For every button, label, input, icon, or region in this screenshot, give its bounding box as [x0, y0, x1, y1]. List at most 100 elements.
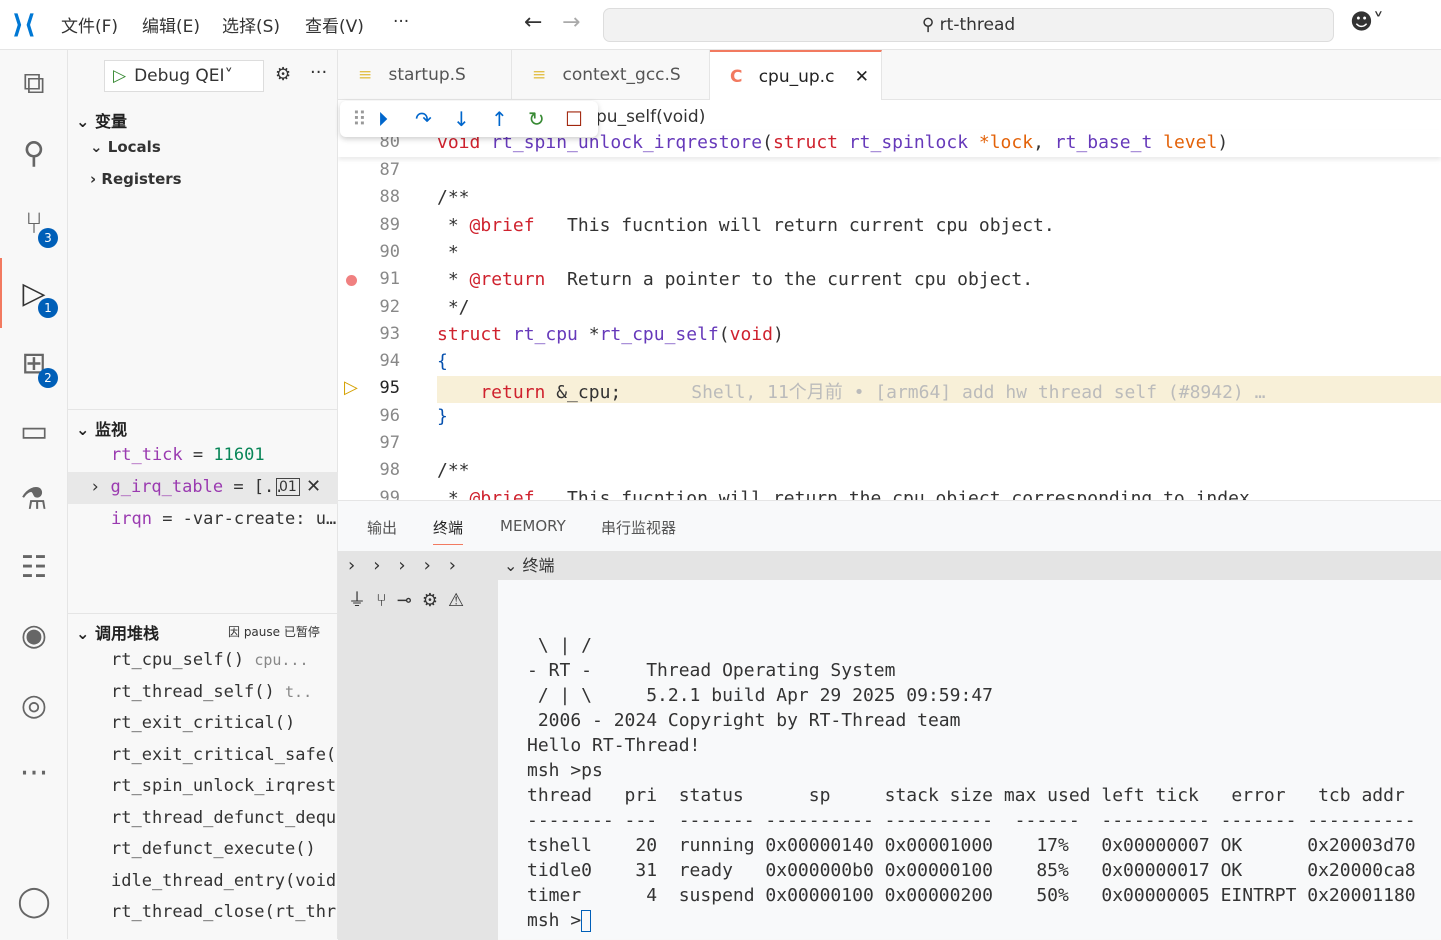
- copilot-icon[interactable]: ☻˅: [1350, 10, 1384, 35]
- remote-explorer-icon[interactable]: ▭: [14, 412, 54, 452]
- stop-icon[interactable]: ☐: [565, 107, 583, 131]
- step-over-icon[interactable]: ↷: [415, 107, 432, 131]
- command-center-search[interactable]: ⚲ rt-thread: [603, 8, 1334, 42]
- terminal-line: msh >ps: [527, 760, 603, 781]
- current-frame-arrow-icon: ▷: [344, 377, 358, 399]
- code-token: *: [437, 214, 470, 236]
- explorer-icon[interactable]: ⧉: [14, 64, 54, 104]
- callstack-header[interactable]: ⌄ 调用堆栈: [76, 620, 159, 644]
- code-line[interactable]: }: [437, 406, 448, 427]
- code-token: Return a pointer to the current cpu obje…: [545, 269, 1034, 291]
- frame-function: idle_thread_entry(void: [111, 870, 337, 891]
- drag-handle-icon[interactable]: ⠿: [352, 107, 367, 131]
- line-number: 87: [379, 160, 400, 180]
- debug-toolbar: ⠿ ⏵ ↷ ↓ ↑ ↻ ☐: [340, 101, 598, 137]
- panel-tab-memory[interactable]: MEMORY: [500, 517, 566, 535]
- code-line[interactable]: {: [437, 351, 448, 372]
- run-config-select[interactable]: ▷ Debug QEI˅: [104, 60, 264, 92]
- variables-header[interactable]: ⌄ 变量: [76, 108, 127, 132]
- watch-item[interactable]: rt_tick = 11601: [111, 445, 265, 465]
- watch-item[interactable]: › g_irq_table = [..: [90, 477, 280, 497]
- panel-tab-terminal[interactable]: 终端: [433, 517, 464, 545]
- source-control-icon[interactable]: ⑂ 3: [14, 204, 58, 248]
- code-token: *: [588, 323, 600, 345]
- clipboard-icon[interactable]: ☷: [14, 548, 54, 588]
- close-icon[interactable]: ✕: [306, 476, 321, 497]
- gear-icon[interactable]: ⚙: [275, 64, 291, 85]
- watch-header[interactable]: ⌄ 监视: [76, 416, 127, 440]
- git-history-icon[interactable]: ◎: [14, 686, 54, 726]
- step-into-icon[interactable]: ↓: [453, 107, 470, 131]
- more-icon[interactable]: ···: [14, 754, 54, 794]
- menu-selection[interactable]: 选择(S): [222, 12, 280, 37]
- callstack-frame[interactable]: rt_exit_critical_safe(: [111, 745, 338, 765]
- breadcrumb[interactable]: pu_self(void): [596, 107, 705, 127]
- panel-tab-serial-monitor[interactable]: 串行监视器: [601, 517, 676, 538]
- menu-more[interactable]: ···: [393, 12, 409, 32]
- start-debug-icon[interactable]: ▷: [105, 66, 134, 86]
- terminal-output[interactable]: \ | / - RT - Thread Operating System / | …: [498, 580, 1441, 939]
- code-token: @brief: [469, 214, 535, 236]
- code-token: &_cpu;: [556, 382, 622, 404]
- callstack-frame[interactable]: idle_thread_entry(void: [111, 871, 338, 891]
- line-number: 99: [379, 487, 400, 500]
- tab-startup-s[interactable]: ≡ startup.S: [338, 50, 512, 100]
- code-editor[interactable]: pu_self(void) 80 void rt_spin_unlock_irq…: [338, 100, 1441, 500]
- back-arrow-icon[interactable]: ←: [524, 10, 542, 35]
- menu-edit[interactable]: 编辑(E): [142, 12, 200, 37]
- terminal-prompt[interactable]: msh >: [527, 910, 592, 932]
- terminal-line: Hello RT-Thread!: [527, 735, 701, 756]
- extensions-icon[interactable]: ⊞ 2: [14, 344, 58, 388]
- callstack-frame[interactable]: rt_spin_unlock_irqrest: [111, 776, 338, 796]
- code-token: ): [1217, 132, 1229, 153]
- chevron-right-icon[interactable]: ›››››: [338, 551, 498, 580]
- frame-file: cpu...: [254, 651, 309, 669]
- callstack-frame[interactable]: rt_defunct_execute(): [111, 839, 338, 859]
- c-file-icon: C: [730, 67, 743, 87]
- forward-arrow-icon[interactable]: →: [562, 10, 580, 35]
- code-line[interactable]: /**: [437, 460, 470, 481]
- testing-icon[interactable]: ⚗: [14, 480, 54, 520]
- account-icon[interactable]: ◯: [14, 882, 54, 922]
- registers-scope[interactable]: › Registers: [90, 170, 182, 188]
- callstack-frame[interactable]: rt_thread_self() t..: [111, 682, 338, 702]
- binary-view-icon[interactable]: 01: [276, 478, 300, 496]
- callstack-frame[interactable]: rt_thread_defunct_dequ: [111, 808, 338, 828]
- frame-function: rt_exit_critical_safe(: [111, 744, 337, 765]
- more-actions-icon[interactable]: ···: [310, 62, 327, 83]
- callstack-frame[interactable]: rt_cpu_self() cpu...: [111, 650, 338, 670]
- tab-context-gcc-s[interactable]: ≡ context_gcc.S: [512, 50, 710, 100]
- run-debug-icon[interactable]: ▷ 1: [14, 274, 58, 318]
- terminal-tools-icons[interactable]: ⏚⑂⊸⚙⚠: [338, 580, 498, 618]
- git-graph-icon[interactable]: ◉: [14, 616, 54, 656]
- continue-icon[interactable]: ⏵: [378, 107, 388, 131]
- tab-cpu-up-c[interactable]: C cpu_up.c ✕: [710, 50, 882, 100]
- restart-icon[interactable]: ↻: [528, 107, 545, 131]
- code-token: (: [762, 132, 773, 153]
- code-line[interactable]: /**: [437, 187, 470, 208]
- locals-scope[interactable]: ⌄ Locals: [90, 138, 161, 156]
- menu-file[interactable]: 文件(F): [61, 12, 118, 37]
- code-line[interactable]: return &_cpu; Shell, 11个月前 • [arm64] add …: [437, 378, 1265, 404]
- search-icon[interactable]: ⚲: [14, 134, 54, 174]
- code-line[interactable]: * @brief This fucntion will return the c…: [437, 488, 1261, 500]
- callstack-frame[interactable]: rt_thread_close(rt_thr: [111, 902, 338, 922]
- code-token: {: [437, 351, 448, 373]
- code-line[interactable]: struct rt_cpu *rt_cpu_self(void): [437, 324, 784, 345]
- code-token: @return: [469, 269, 546, 291]
- watch-item[interactable]: irqn = -var-create: u…: [111, 509, 336, 529]
- code-line[interactable]: * @return Return a pointer to the curren…: [437, 269, 1033, 290]
- terminal-header[interactable]: ⌄ 终端: [498, 551, 1441, 581]
- code-line[interactable]: */: [437, 297, 470, 318]
- close-tab-icon[interactable]: ✕: [855, 52, 869, 102]
- menu-view[interactable]: 查看(V): [305, 12, 364, 37]
- code-line[interactable]: * @brief This fucntion will return curre…: [437, 215, 1055, 236]
- code-token: (: [718, 323, 730, 345]
- editor-tabs: ≡ startup.S ≡ context_gcc.S C cpu_up.c ✕: [338, 50, 1441, 100]
- step-out-icon[interactable]: ↑: [491, 107, 508, 131]
- callstack-frame[interactable]: rt_exit_critical(): [111, 713, 338, 733]
- line-number: 94: [379, 351, 400, 372]
- line-number: 89: [379, 214, 400, 235]
- code-line[interactable]: *: [437, 242, 459, 263]
- panel-tab-output[interactable]: 输出: [367, 517, 397, 538]
